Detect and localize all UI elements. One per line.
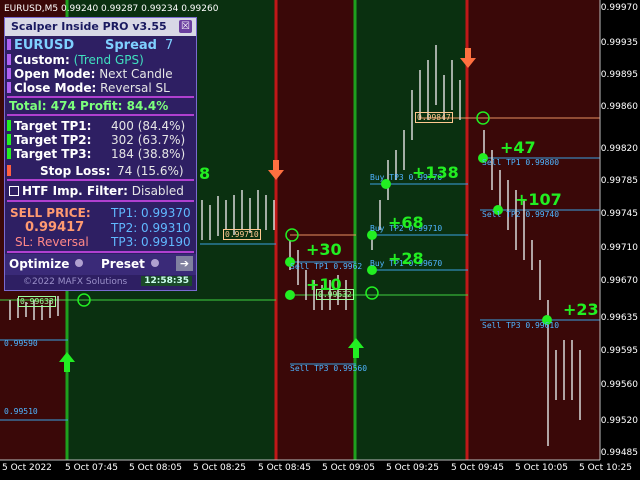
- marker-icon: [7, 54, 11, 65]
- y-tick: 0.99485: [600, 448, 638, 458]
- tp-label: 0.99510: [4, 407, 38, 416]
- htf-label: HTF Imp. Filter:: [22, 184, 128, 198]
- stop-loss-value: 74 (15.6%): [117, 164, 184, 178]
- y-tick: 0.99935: [600, 38, 638, 48]
- clock: 12:58:35: [141, 276, 192, 286]
- spread-label: Spread: [105, 38, 157, 53]
- profit-label: +10: [306, 275, 342, 294]
- tp2-price: TP2: 0.99310: [111, 221, 191, 235]
- total-label: Total:: [9, 99, 47, 113]
- tp2-label: Target TP2:: [14, 133, 92, 147]
- custom-label: Custom:: [14, 53, 70, 67]
- total-value: 474: [50, 99, 76, 113]
- profit-label: +138: [412, 163, 459, 182]
- tp-label: 0.99590: [4, 339, 38, 348]
- stop-loss-label: Stop Loss:: [40, 164, 111, 178]
- profit-label: +30: [306, 240, 342, 259]
- y-tick: 0.99820: [600, 144, 638, 154]
- marker-icon: [7, 39, 11, 50]
- x-tick: 5 Oct 10:25: [579, 463, 632, 473]
- tp1-price: TP1: 0.99370: [111, 206, 191, 220]
- profit-label: 8: [199, 164, 211, 183]
- y-tick: 0.99520: [600, 416, 638, 426]
- x-tick: 5 Oct 09:25: [386, 463, 439, 473]
- profit-label: +107: [515, 190, 562, 209]
- open-mode-value: Next Candle: [99, 67, 173, 81]
- y-tick: 0.99595: [600, 346, 638, 356]
- preset-label: Preset: [101, 257, 145, 271]
- optimize-button[interactable]: Optimize: [9, 257, 84, 271]
- profit-label: +68: [388, 213, 424, 232]
- x-tick: 5 Oct 09:45: [451, 463, 504, 473]
- x-tick: 5 Oct 07:45: [65, 463, 118, 473]
- tp-label: Sell TP2 0.99740: [482, 210, 560, 219]
- tp-label: Sell TP1 0.9962: [290, 262, 363, 271]
- divider: [7, 179, 194, 181]
- x-tick: 5 Oct 08:25: [193, 463, 246, 473]
- symbol-header: EURUSD,M5 0.99240 0.99287 0.99234 0.9926…: [4, 4, 219, 14]
- profit-label: +23: [563, 300, 599, 319]
- htf-value: Disabled: [131, 184, 184, 198]
- optimize-label: Optimize: [9, 257, 70, 271]
- scalper-panel[interactable]: Scalper Inside PRO v3.55 ☒ EURUSD Spread…: [4, 17, 197, 291]
- tp1-value: 400 (84.4%): [111, 119, 186, 133]
- tp3-price: TP3: 0.99190: [111, 235, 191, 249]
- y-tick: 0.99745: [600, 209, 638, 219]
- price-tag: 0.99847: [415, 112, 453, 123]
- divider: [7, 200, 194, 202]
- symbol-name: EURUSD: [14, 38, 75, 53]
- arrow-right-icon[interactable]: ➔: [176, 256, 193, 271]
- y-tick: 0.99670: [600, 276, 638, 286]
- y-tick: 0.99785: [600, 176, 638, 186]
- close-mode-label: Close Mode:: [14, 81, 97, 95]
- tp-label: Sell TP3 0.99560: [290, 364, 368, 373]
- profit-label: +47: [500, 138, 536, 157]
- marker-icon: [7, 165, 11, 176]
- x-tick: 5 Oct 10:05: [515, 463, 568, 473]
- tp3-label: Target TP3:: [14, 147, 92, 161]
- tp-label: Sell TP1 0.99800: [482, 158, 560, 167]
- y-tick: 0.99970: [600, 3, 638, 13]
- spread-value: 7: [165, 38, 174, 53]
- y-tick: 0.99635: [600, 313, 638, 323]
- marker-icon: [7, 148, 11, 159]
- profit-value: 84.4%: [126, 99, 169, 113]
- open-mode-label: Open Mode:: [14, 67, 96, 81]
- close-mode-value: Reversal SL: [100, 81, 170, 95]
- x-tick: 5 Oct 08:05: [129, 463, 182, 473]
- x-tick: 5 Oct 2022: [2, 463, 52, 473]
- dot-icon: [75, 259, 84, 267]
- price-tag: 0.99633: [18, 296, 56, 307]
- divider: [7, 96, 194, 98]
- x-tick: 5 Oct 09:05: [322, 463, 375, 473]
- x-tick: 5 Oct 08:45: [258, 463, 311, 473]
- divider: [7, 114, 194, 116]
- dot-icon: [150, 259, 159, 267]
- tp3-value: 184 (38.8%): [111, 147, 186, 161]
- divider: [7, 251, 194, 253]
- tp-label: Sell TP3 0.99610: [482, 321, 560, 330]
- preset-button[interactable]: Preset: [101, 257, 159, 271]
- marker-icon: [7, 68, 11, 79]
- tp1-label: Target TP1:: [14, 119, 92, 133]
- profit-label: +28: [388, 249, 424, 268]
- panel-title: Scalper Inside PRO v3.55: [5, 18, 196, 36]
- marker-icon: [7, 120, 11, 131]
- close-icon[interactable]: ☒: [179, 20, 192, 33]
- htf-checkbox[interactable]: [9, 186, 19, 196]
- y-tick: 0.99895: [600, 70, 638, 80]
- marker-icon: [7, 82, 11, 93]
- custom-value: (Trend GPS): [73, 53, 144, 67]
- tp2-value: 302 (63.7%): [111, 133, 186, 147]
- price-tag: 0.99710: [223, 229, 261, 240]
- marker-icon: [7, 134, 11, 145]
- profit-label: Profit:: [80, 99, 123, 113]
- y-tick: 0.99860: [600, 102, 638, 112]
- y-tick: 0.99560: [600, 380, 638, 390]
- y-tick: 0.99710: [600, 243, 638, 253]
